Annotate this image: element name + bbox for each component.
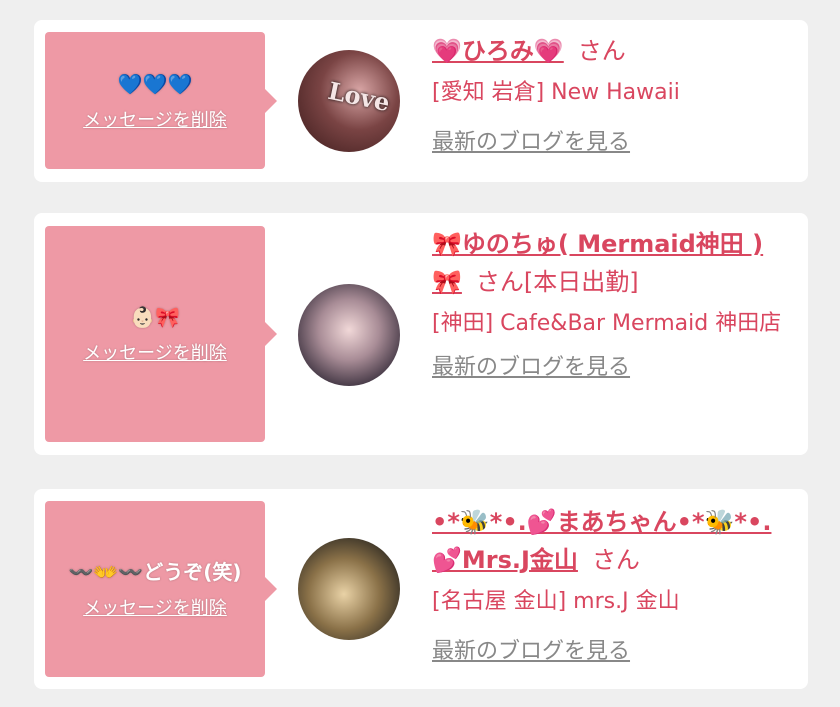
avatar[interactable] bbox=[298, 284, 400, 386]
sender-info: 💗ひろみ💗 さん [愛知 岩倉] New Hawaii 最新のブログを見る bbox=[432, 32, 796, 156]
delete-message-link[interactable]: メッセージを削除 bbox=[83, 594, 227, 620]
message-bubble: 👶🏻🎀 メッセージを削除 bbox=[45, 226, 277, 442]
shop-name: [愛知 岩倉] New Hawaii bbox=[432, 80, 680, 105]
sender-name-line: 🎀ゆのちゅ( Mermaid神田 ) 🎀 さん[本日出勤] bbox=[432, 225, 796, 301]
avatar[interactable] bbox=[298, 538, 400, 640]
latest-blog-link[interactable]: 最新のブログを見る bbox=[432, 349, 630, 381]
message-card: 〰️👐〰️どうぞ(笑) メッセージを削除 •*🐝*•.💕まあちゃん•*🐝*•.💕… bbox=[34, 489, 808, 689]
latest-blog-link[interactable]: 最新のブログを見る bbox=[432, 124, 630, 156]
delete-message-link[interactable]: メッセージを削除 bbox=[83, 339, 227, 365]
sender-name-line: •*🐝*•.💕まあちゃん•*🐝*•.💕Mrs.J金山 さん bbox=[432, 503, 796, 579]
message-text: 💙💙💙 bbox=[117, 71, 193, 96]
sender-name-line: 💗ひろみ💗 さん bbox=[432, 32, 796, 70]
message-text: 〰️👐〰️どうぞ(笑) bbox=[68, 560, 242, 584]
sender-info: •*🐝*•.💕まあちゃん•*🐝*•.💕Mrs.J金山 さん [名古屋 金山] mr… bbox=[432, 503, 796, 665]
message-card: 👶🏻🎀 メッセージを削除 🎀ゆのちゅ( Mermaid神田 ) 🎀 さん[本日出勤… bbox=[34, 213, 808, 455]
delete-message-link[interactable]: メッセージを削除 bbox=[83, 106, 227, 132]
message-text: 👶🏻🎀 bbox=[130, 305, 180, 329]
message-bubble: 💙💙💙 メッセージを削除 bbox=[45, 32, 277, 169]
latest-blog-link[interactable]: 最新のブログを見る bbox=[432, 633, 630, 665]
avatar[interactable]: Love bbox=[298, 50, 400, 152]
shop-name: [神田] Cafe&Bar Mermaid 神田店 bbox=[432, 311, 782, 336]
message-bubble: 〰️👐〰️どうぞ(笑) メッセージを削除 bbox=[45, 501, 277, 677]
sender-name-link[interactable]: 💗ひろみ💗 bbox=[432, 37, 564, 65]
message-card: 💙💙💙 メッセージを削除 Love 💗ひろみ💗 さん [愛知 岩倉] New Ha… bbox=[34, 20, 808, 182]
avatar-photo-text: Love bbox=[325, 75, 393, 118]
honorific: さん bbox=[577, 37, 626, 65]
honorific: さん[本日出勤] bbox=[475, 268, 639, 296]
shop-name: [名古屋 金山] mrs.J 金山 bbox=[432, 589, 680, 614]
honorific: さん bbox=[591, 546, 640, 574]
sender-info: 🎀ゆのちゅ( Mermaid神田 ) 🎀 さん[本日出勤] [神田] Cafe&B… bbox=[432, 225, 796, 381]
